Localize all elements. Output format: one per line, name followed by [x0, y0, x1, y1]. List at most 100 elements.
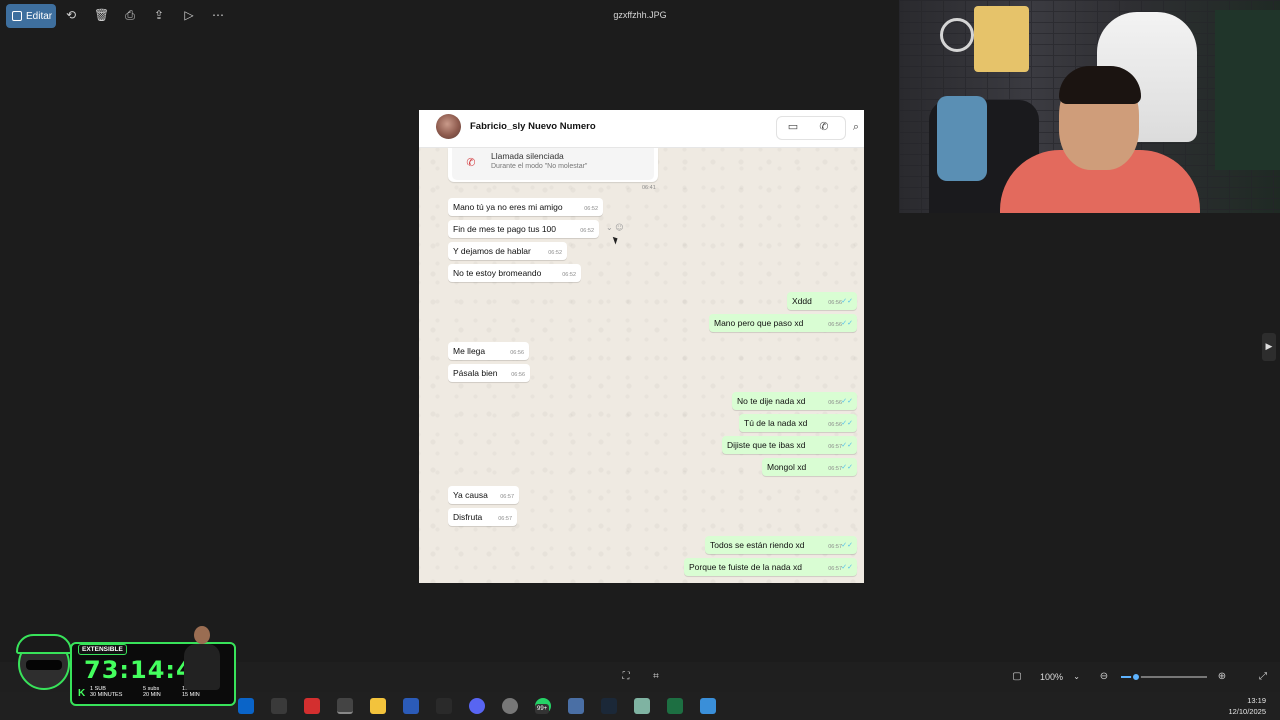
message-time: 06:57 — [500, 494, 514, 500]
message-text: Fin de mes te pago tus 100 — [453, 224, 557, 234]
edit-icon — [12, 11, 22, 21]
delete-icon[interactable]: 🗑 — [94, 8, 109, 22]
incoming-message[interactable]: Me llega 06:56 — [448, 342, 529, 360]
contact-name: Fabricio_sly Nuevo Numero — [470, 121, 596, 132]
overlay-person-body — [184, 644, 220, 690]
towel — [937, 96, 987, 181]
message-time: 06:57 — [498, 516, 512, 522]
outgoing-message[interactable]: Mongol xd 06:57 ✓✓ — [762, 458, 857, 476]
outgoing-message[interactable]: Porque te fuiste de la nada xd 06:57 ✓✓ — [684, 558, 857, 576]
message-time: 06:57 — [828, 466, 842, 472]
file-explorer-icon[interactable] — [370, 698, 386, 714]
stat-3-bottom: 15 MIN — [182, 692, 200, 698]
chat-header: Fabricio_sly Nuevo Numero ▭ ✆ ⌕ — [419, 110, 864, 148]
photos-app: Editar ⟲ 🗑 ⎙ ⇪ ▷ ⋯ gzxffzhh.JPG Fabricio… — [0, 0, 1280, 720]
message-time: 06:56 — [828, 322, 842, 328]
video-call-icon: ▭ — [787, 120, 799, 133]
wall-poster — [974, 6, 1029, 72]
obs-icon[interactable] — [337, 698, 353, 714]
message-text: Ya causa — [453, 490, 488, 500]
stat-1-bottom: 30 MINUTES — [90, 692, 123, 698]
message-time: 06:56 — [510, 350, 524, 356]
discord-icon[interactable] — [469, 698, 485, 714]
subathon-overlay: EXTENSIBLE 73:14:43 K 1 SUB 30 MINUTES 5… — [12, 626, 236, 706]
message-time: 06:52 — [562, 272, 576, 278]
excel-icon[interactable] — [667, 698, 683, 714]
mascot-glasses — [26, 660, 62, 670]
print-icon[interactable]: ⎙ — [123, 8, 137, 22]
app-icon-red[interactable] — [304, 698, 320, 714]
incoming-message[interactable]: Pásala bien 06:56 — [448, 364, 530, 382]
message-time: 06:56 — [828, 300, 842, 306]
read-ticks-icon: ✓✓ — [841, 463, 853, 471]
outgoing-message[interactable]: Todos se están riendo xd 06:57 ✓✓ — [705, 536, 857, 554]
system-clock[interactable]: 13:19 12/10/2025 — [1228, 695, 1266, 717]
read-ticks-icon: ✓✓ — [841, 441, 853, 449]
fullscreen-fit-icon[interactable]: ▢ — [1011, 671, 1023, 683]
rotate-icon[interactable]: ⟲ — [64, 8, 78, 22]
message-time: 06:56 — [828, 422, 842, 428]
zoom-in-icon[interactable]: ⊕ — [1216, 671, 1228, 683]
overlay-person-head — [194, 626, 210, 644]
wall-logo — [940, 18, 974, 52]
outgoing-message[interactable]: Dijiste que te ibas xd 06:57 ✓✓ — [722, 436, 857, 454]
message-text: No te dije nada xd — [737, 396, 806, 406]
zoom-out-icon[interactable]: ⊖ — [1098, 671, 1110, 683]
app-icon-cat[interactable] — [271, 698, 287, 714]
message-time: 06:52 — [584, 206, 598, 212]
slideshow-icon[interactable]: ▷ — [182, 8, 196, 22]
calculator-icon[interactable] — [568, 698, 584, 714]
call-notice-title: Llamada silenciada — [491, 151, 564, 161]
message-time: 06:57 — [828, 544, 842, 550]
overlay-mascot — [12, 630, 80, 706]
outgoing-message[interactable]: Mano pero que paso xd 06:56 ✓✓ — [709, 314, 857, 332]
steam-icon[interactable] — [601, 698, 617, 714]
message-text: Y dejamos de hablar — [453, 246, 531, 256]
call-notice-subtitle: Durante el modo "No molestar" — [491, 163, 588, 170]
stat-1: 1 SUB 30 MINUTES — [90, 686, 122, 698]
app-icon-g[interactable] — [436, 698, 452, 714]
photos-icon[interactable] — [700, 698, 716, 714]
image-canvas: Fabricio_sly Nuevo Numero ▭ ✆ ⌕ ✆ Llamad… — [419, 110, 864, 583]
whatsapp-badge: 99+ — [535, 704, 550, 714]
message-text: Mano pero que paso xd — [714, 318, 804, 328]
message-text: Mano tú ya no eres mi amigo — [453, 202, 563, 212]
incoming-message[interactable]: Mano tú ya no eres mi amigo 06:52 — [448, 198, 603, 216]
next-image-button[interactable]: ▶ — [1262, 333, 1276, 361]
timer-tag: EXTENSIBLE — [78, 644, 127, 655]
incoming-message[interactable]: Fin de mes te pago tus 100 06:52 — [448, 220, 599, 238]
incoming-message[interactable]: No te estoy bromeando 06:52 — [448, 264, 581, 282]
notepad-icon[interactable] — [634, 698, 650, 714]
word-icon[interactable] — [403, 698, 419, 714]
voice-call-icon: ✆ — [819, 120, 829, 133]
contact-avatar — [436, 114, 461, 139]
message-text: Dijiste que te ibas xd — [727, 440, 806, 450]
expand-icon[interactable]: ⤢ — [1257, 671, 1269, 683]
shelf — [1215, 10, 1280, 170]
zoom-dropdown[interactable]: 100% ⌄ — [1034, 668, 1086, 686]
share-icon[interactable]: ⇪ — [152, 8, 166, 22]
incoming-message[interactable]: Disfruta 06:57 — [448, 508, 517, 526]
stat-2-bottom: 20 MIN — [143, 692, 161, 698]
message-text: Disfruta — [453, 512, 483, 522]
incoming-message[interactable]: Y dejamos de hablar 06:52 — [448, 242, 567, 260]
fit-view-icon[interactable]: ⛶ — [620, 671, 632, 683]
outlook-icon[interactable] — [238, 698, 254, 714]
message-text: Me llega — [453, 346, 486, 356]
zoom-slider-thumb[interactable] — [1131, 672, 1142, 682]
mascot-cap — [16, 634, 72, 654]
clock-time: 13:19 — [1247, 696, 1266, 705]
zoom-slider[interactable] — [1121, 672, 1207, 682]
outgoing-message[interactable]: Xddd 06:56 ✓✓ — [787, 292, 857, 310]
app-icon-disc[interactable] — [502, 698, 518, 714]
edit-button[interactable]: Editar — [6, 4, 56, 28]
more-icon[interactable]: ⋯ — [211, 8, 225, 22]
call-notice-inner: ✆ Llamada silenciada Durante el modo "No… — [452, 148, 654, 180]
missed-call-icon: ✆ — [466, 156, 476, 169]
outgoing-message[interactable]: No te dije nada xd 06:56 ✓✓ — [732, 392, 857, 410]
search-icon: ⌕ — [852, 120, 860, 133]
webcam-feed — [899, 0, 1280, 213]
incoming-message[interactable]: Ya causa 06:57 — [448, 486, 519, 504]
outgoing-message[interactable]: Tú de la nada xd 06:56 ✓✓ — [739, 414, 857, 432]
crop-view-icon[interactable]: ⌗ — [650, 671, 662, 683]
